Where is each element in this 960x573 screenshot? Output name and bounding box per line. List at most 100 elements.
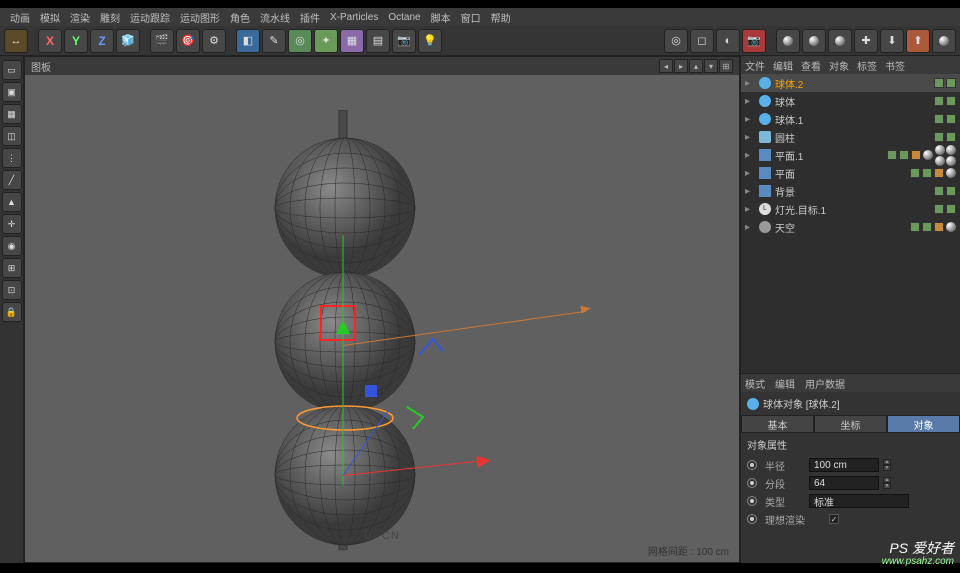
menu-script[interactable]: 脚本 bbox=[427, 10, 455, 25]
clapper-icon[interactable]: 🎬 bbox=[150, 29, 174, 53]
render-icon[interactable]: 🎯 bbox=[176, 29, 200, 53]
menu-xparticles[interactable]: X-Particles bbox=[326, 12, 382, 23]
radius-input[interactable] bbox=[809, 458, 879, 472]
deformer-icon[interactable]: ▦ bbox=[340, 29, 364, 53]
attrtab-user[interactable]: 用户数据 bbox=[805, 376, 845, 391]
object-manager[interactable]: ▸球体.2▸球体▸球体.1▸圆柱▸平面.1▸平面▸背景▸L灯光.目标.1▸天空 bbox=[741, 74, 960, 374]
menu-octane[interactable]: Octane bbox=[384, 12, 424, 23]
objtab-file[interactable]: 文件 bbox=[745, 58, 765, 73]
menu-track[interactable]: 运动跟踪 bbox=[126, 10, 174, 25]
axis-y-button[interactable]: Y bbox=[64, 29, 88, 53]
objtab-edit[interactable]: 编辑 bbox=[773, 58, 793, 73]
oct-tool2-icon[interactable]: ⬇ bbox=[880, 29, 904, 53]
lock-icon[interactable]: 🔒 bbox=[2, 302, 22, 322]
tweak-icon[interactable]: ◉ bbox=[2, 236, 22, 256]
object-row-0[interactable]: ▸球体.2 bbox=[741, 74, 960, 92]
object-row-8[interactable]: ▸天空 bbox=[741, 218, 960, 236]
texture-mode-icon[interactable]: ▦ bbox=[2, 104, 22, 124]
object-row-6[interactable]: ▸背景 bbox=[741, 182, 960, 200]
objtab-tag[interactable]: 标签 bbox=[857, 58, 877, 73]
attrtab-mode[interactable]: 模式 bbox=[745, 376, 765, 391]
environment-icon[interactable]: ▤ bbox=[366, 29, 390, 53]
axis-z-button[interactable]: Z bbox=[90, 29, 114, 53]
object-row-7[interactable]: ▸L灯光.目标.1 bbox=[741, 200, 960, 218]
menu-plugin[interactable]: 插件 bbox=[296, 10, 324, 25]
object-row-4[interactable]: ▸平面.1 bbox=[741, 146, 960, 164]
poly-mode-icon[interactable]: ▲ bbox=[2, 192, 22, 212]
generator-icon[interactable]: ✦ bbox=[314, 29, 338, 53]
menu-mograph[interactable]: 运动图形 bbox=[176, 10, 224, 25]
menu-help[interactable]: 帮助 bbox=[487, 10, 515, 25]
objtab-object[interactable]: 对象 bbox=[829, 58, 849, 73]
attrtab-edit[interactable]: 编辑 bbox=[775, 376, 795, 391]
object-row-3[interactable]: ▸圆柱 bbox=[741, 128, 960, 146]
gizmo-y-axis-down[interactable] bbox=[343, 336, 344, 486]
oct-record-icon[interactable]: 📷 bbox=[742, 29, 766, 53]
cube-primitive-icon[interactable]: ◧ bbox=[236, 29, 260, 53]
oct-target-icon[interactable]: ◎ bbox=[664, 29, 688, 53]
objtab-view[interactable]: 查看 bbox=[801, 58, 821, 73]
oct-circle-icon[interactable]: ◐ bbox=[716, 29, 740, 53]
render-settings-icon[interactable]: ⚙ bbox=[202, 29, 226, 53]
object-row-2[interactable]: ▸球体.1 bbox=[741, 110, 960, 128]
gizmo-y-arrow[interactable] bbox=[336, 320, 350, 334]
vp-nav5-icon[interactable]: ⊞ bbox=[719, 59, 733, 73]
radius-radio[interactable] bbox=[747, 460, 757, 470]
snap-icon[interactable]: ⊞ bbox=[2, 258, 22, 278]
oct-tool1-icon[interactable]: ✚ bbox=[854, 29, 878, 53]
vp-nav1-icon[interactable]: ◂ bbox=[659, 59, 673, 73]
attribute-manager: 模式 编辑 用户数据 球体对象 [球体.2] 基本 坐标 对象 对象属性 bbox=[741, 374, 960, 563]
live-select-icon[interactable]: ▭ bbox=[2, 60, 22, 80]
oct-sphere3-icon[interactable] bbox=[828, 29, 852, 53]
segments-radio[interactable] bbox=[747, 478, 757, 488]
subtab-object[interactable]: 对象 bbox=[887, 415, 960, 433]
type-radio[interactable] bbox=[747, 496, 757, 506]
viewport-3d[interactable]: UI·CN 网格间距 : 100 cm bbox=[25, 75, 739, 562]
menu-render[interactable]: 渲染 bbox=[66, 10, 94, 25]
object-row-5[interactable]: ▸平面 bbox=[741, 164, 960, 182]
radius-stepper[interactable]: ▲▼ bbox=[883, 459, 891, 471]
pen-tool-icon[interactable]: ✎ bbox=[262, 29, 286, 53]
move-tool-icon[interactable]: ↔ bbox=[4, 29, 28, 53]
light-icon[interactable]: 💡 bbox=[418, 29, 442, 53]
menu-pipeline[interactable]: 流水线 bbox=[256, 10, 294, 25]
model-mode-icon[interactable]: ▣ bbox=[2, 82, 22, 102]
oct-tool3-icon[interactable]: ⬆ bbox=[906, 29, 930, 53]
axis-x-button[interactable]: X bbox=[38, 29, 62, 53]
object-row-1[interactable]: ▸球体 bbox=[741, 92, 960, 110]
objtab-bookmark[interactable]: 书签 bbox=[885, 58, 905, 73]
subtab-basic[interactable]: 基本 bbox=[741, 415, 814, 433]
oct-sphere4-icon[interactable] bbox=[932, 29, 956, 53]
menu-sculpt[interactable]: 雕刻 bbox=[96, 10, 124, 25]
camera-icon[interactable]: 📷 bbox=[392, 29, 416, 53]
watermark: PS 爱好者 www.psahz.com bbox=[882, 541, 954, 567]
nurbs-icon[interactable]: ◎ bbox=[288, 29, 312, 53]
type-select[interactable] bbox=[809, 494, 909, 508]
menu-window[interactable]: 窗口 bbox=[457, 10, 485, 25]
world-icon[interactable]: 🧊 bbox=[116, 29, 140, 53]
gizmo-angle-marker bbox=[405, 405, 435, 435]
menu-anim[interactable]: 动画 bbox=[6, 10, 34, 25]
oct-square-icon[interactable]: ◻ bbox=[690, 29, 714, 53]
vp-nav4-icon[interactable]: ▾ bbox=[704, 59, 718, 73]
ideal-radio[interactable] bbox=[747, 514, 757, 524]
ideal-checkbox[interactable]: ✓ bbox=[829, 514, 839, 524]
quantize-icon[interactable]: ⊡ bbox=[2, 280, 22, 300]
gizmo-z-handle[interactable] bbox=[365, 385, 377, 397]
segments-stepper[interactable]: ▲▼ bbox=[883, 477, 891, 489]
subtab-coord[interactable]: 坐标 bbox=[814, 415, 887, 433]
main-toolbar: ↔ X Y Z 🧊 🎬 🎯 ⚙ ◧ ✎ ◎ ✦ ▦ ▤ 📷 💡 ◎ ◻ ◐ 📷 … bbox=[0, 26, 960, 56]
menu-sim[interactable]: 模拟 bbox=[36, 10, 64, 25]
segments-input[interactable] bbox=[809, 476, 879, 490]
viewport-title: 图板 bbox=[31, 59, 51, 74]
edge-mode-icon[interactable]: ╱ bbox=[2, 170, 22, 190]
oct-sphere2-icon[interactable] bbox=[802, 29, 826, 53]
menu-char[interactable]: 角色 bbox=[226, 10, 254, 25]
point-mode-icon[interactable]: ⋮ bbox=[2, 148, 22, 168]
oct-sphere1-icon[interactable] bbox=[776, 29, 800, 53]
workplane-icon[interactable]: ◫ bbox=[2, 126, 22, 146]
vp-nav3-icon[interactable]: ▴ bbox=[689, 59, 703, 73]
gizmo-x-arrow[interactable] bbox=[476, 454, 491, 467]
vp-nav2-icon[interactable]: ▸ bbox=[674, 59, 688, 73]
axis-mode-icon[interactable]: ✛ bbox=[2, 214, 22, 234]
